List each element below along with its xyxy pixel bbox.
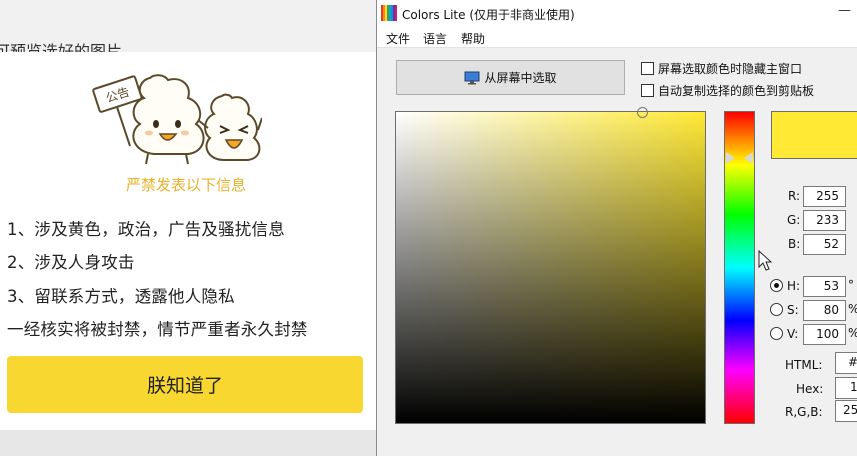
degree-unit: ° (848, 278, 854, 292)
hue-marker-right[interactable] (744, 152, 753, 164)
value-radio[interactable] (770, 327, 783, 340)
notice-rule: 一经核实将被封禁，情节严重者永久封禁 (7, 320, 308, 339)
minimize-button[interactable]: — (831, 0, 857, 26)
red-label: R: (788, 189, 801, 203)
acknowledge-button[interactable]: 朕知道了 (7, 356, 363, 413)
current-color-swatch (771, 111, 857, 159)
checkbox[interactable] (641, 84, 654, 97)
notice-modal: 公告 严禁发表以下信息 1、涉及黄色，政治，广告及骚扰信息 2、涉及人身攻击 3… (0, 52, 376, 430)
auto-copy-option[interactable]: 自动复制选择的颜色到剪贴板 (641, 82, 814, 99)
hue-input[interactable]: 53 (803, 276, 846, 297)
red-input[interactable]: 255 (803, 186, 846, 207)
blue-label: B: (788, 237, 801, 251)
pick-from-screen-button[interactable]: 从屏幕中选取 (396, 60, 625, 95)
mascot-illustration: 公告 (92, 74, 262, 165)
menu-help[interactable]: 帮助 (461, 30, 485, 47)
percent-unit: % (848, 302, 857, 316)
green-label: G: (787, 213, 801, 227)
hide-window-option[interactable]: 屏幕选取颜色时隐藏主窗口 (641, 60, 802, 77)
value-input[interactable]: 100 (803, 324, 846, 345)
option-label: 自动复制选择的颜色到剪贴板 (658, 84, 815, 98)
rgb-output[interactable]: 25 (835, 400, 857, 422)
hex-label: Hex: (796, 382, 824, 396)
menu-bar: 文件 语言 帮助 (377, 26, 857, 48)
hue-label: H: (787, 279, 801, 293)
hue-radio[interactable] (770, 279, 783, 292)
checkbox[interactable] (641, 62, 654, 75)
saturation-input[interactable]: 80 (803, 300, 846, 321)
colors-lite-window: Colors Lite (仅用于非商业使用) — 文件 语言 帮助 从屏幕中选取… (376, 0, 857, 456)
notice-title: 严禁发表以下信息 (125, 176, 246, 194)
window-titlebar[interactable]: Colors Lite (仅用于非商业使用) — (377, 0, 857, 26)
picker-cursor-ring[interactable] (637, 107, 648, 118)
percent-unit: % (848, 326, 857, 340)
window-title: Colors Lite (仅用于非商业使用) (402, 8, 575, 22)
pick-button-label: 从屏幕中选取 (484, 71, 557, 85)
color-bars-icon (381, 5, 397, 21)
mouse-pointer-icon (758, 250, 772, 271)
html-label: HTML: (785, 358, 823, 372)
option-label: 屏幕选取颜色时隐藏主窗口 (658, 62, 803, 76)
monitor-icon (464, 71, 480, 84)
notice-rule: 1、涉及黄色，政治，广告及骚扰信息 (7, 220, 285, 239)
saturation-label: S: (787, 303, 799, 317)
saturation-radio[interactable] (770, 303, 783, 316)
rgb-label: R,G,B: (785, 405, 823, 419)
blue-input[interactable]: 52 (803, 234, 846, 255)
menu-language[interactable]: 语言 (423, 30, 447, 47)
hue-marker-left[interactable] (726, 152, 735, 164)
value-label: V: (787, 327, 799, 341)
notice-rule: 2、涉及人身攻击 (7, 253, 135, 272)
hex-output[interactable]: 1 (835, 377, 857, 399)
menu-file[interactable]: 文件 (386, 30, 410, 47)
saturation-value-picker[interactable] (395, 111, 706, 424)
html-output[interactable]: # (835, 352, 857, 374)
green-input[interactable]: 233 (803, 210, 846, 231)
notice-rule: 3、留联系方式，透露他人隐私 (7, 287, 235, 306)
